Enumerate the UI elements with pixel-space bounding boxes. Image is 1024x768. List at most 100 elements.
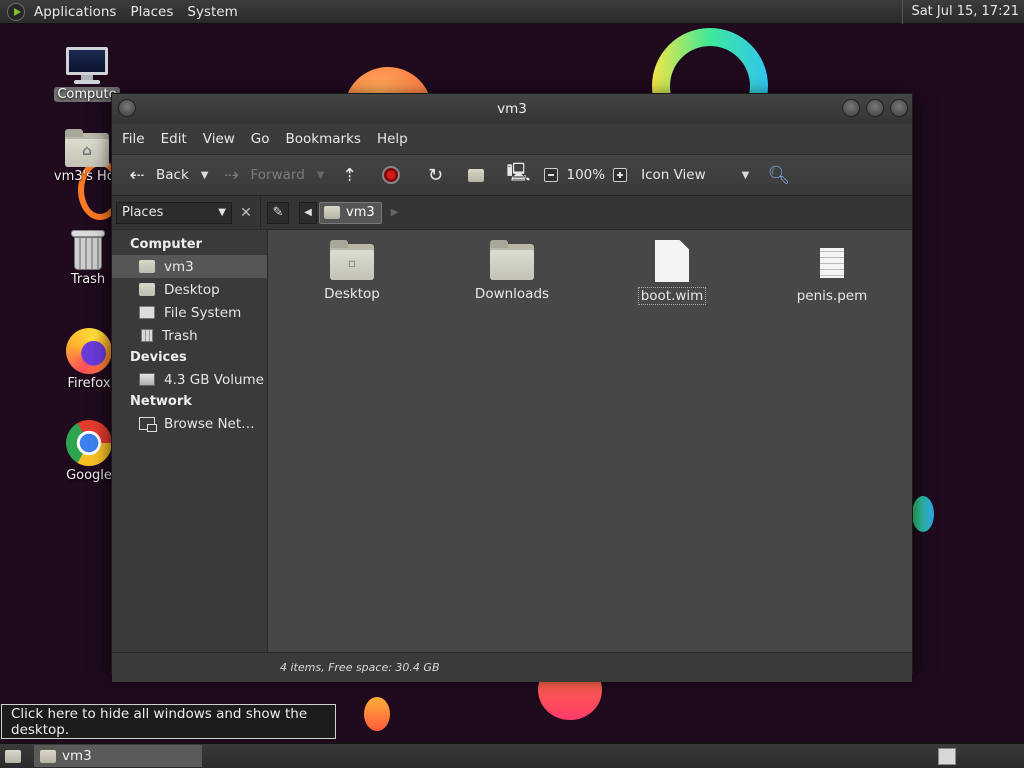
home-folder-icon <box>324 206 340 219</box>
file-item-penis-pem[interactable]: penis.pem <box>777 240 887 304</box>
search-button[interactable]: 🔍︎ <box>763 160 793 190</box>
view-mode-label: Icon View <box>641 167 706 183</box>
menu-go[interactable]: Go <box>243 131 278 147</box>
home-folder-icon <box>468 168 485 182</box>
back-label: Back <box>156 167 189 183</box>
caret-right-icon: ▶ <box>390 207 399 218</box>
sidebar-item-browse-network[interactable]: Browse Net… <box>112 412 267 435</box>
close-side-pane-button[interactable]: ✕ <box>235 202 257 224</box>
maximize-button[interactable] <box>866 99 884 117</box>
arrow-left-icon: ⇠ <box>129 164 145 186</box>
zoom-in-button[interactable] <box>609 160 631 190</box>
sidebar-item-label: Desktop <box>164 281 220 298</box>
desktop-icon-label: Firefox <box>67 376 111 391</box>
workspace-switcher[interactable] <box>938 748 956 765</box>
network-icon <box>139 417 157 432</box>
view-mode-select[interactable]: Icon View ▼ <box>637 160 753 190</box>
home-folder-icon <box>139 260 155 273</box>
places-menu[interactable]: Places <box>123 0 180 24</box>
desktop-folder-icon <box>139 283 155 296</box>
file-item-boot-wim[interactable]: boot.wim <box>617 240 727 305</box>
desktop-icon-label: Google <box>66 468 112 483</box>
sidebar-item-vm3[interactable]: vm3 <box>112 255 267 278</box>
reload-icon: ↻ <box>427 164 444 186</box>
menubar: File Edit View Go Bookmarks Help <box>112 124 912 154</box>
sidebar-item-trash[interactable]: Trash <box>112 324 267 347</box>
zoom-out-button[interactable] <box>540 160 562 190</box>
sidebar-item-label: vm3 <box>164 258 194 275</box>
sidebar-item-file-system[interactable]: File System <box>112 301 267 324</box>
caret-down-icon: ▼ <box>741 169 750 181</box>
forward-button[interactable]: ⇢ Forward <box>216 160 308 190</box>
folder-icon: ▫ <box>330 240 374 280</box>
firefox-icon <box>66 328 112 374</box>
computer-button[interactable]: 🖳 <box>502 160 532 190</box>
system-menu[interactable]: System <box>180 0 244 24</box>
home-folder-icon <box>40 749 56 763</box>
wallpaper-blob <box>912 496 934 532</box>
zoom-out-icon <box>544 168 559 182</box>
trash-icon <box>71 230 105 270</box>
file-item-downloads[interactable]: Downloads <box>457 240 567 302</box>
arrow-up-icon: ⇡ <box>341 164 358 186</box>
edit-icon: ✎ <box>272 205 284 220</box>
home-button[interactable] <box>464 160 488 190</box>
toolbar: ⇠ Back ▼ ⇢ Forward ▼ ⇡ ↻ 🖳 100% Icon Vie… <box>112 154 912 196</box>
menu-view[interactable]: View <box>195 131 243 147</box>
caret-down-icon: ▼ <box>218 207 226 218</box>
panel-clock[interactable]: Sat Jul 15, 17:21 <box>902 0 1024 24</box>
path-scroll-right-button[interactable]: ▶ <box>386 202 404 224</box>
file-manager-window: vm3 File Edit View Go Bookmarks Help ⇠ B… <box>111 93 913 682</box>
status-text: 4 items, Free space: 30.4 GB <box>280 661 440 674</box>
up-button[interactable]: ⇡ <box>334 160 364 190</box>
chrome-icon <box>66 420 112 466</box>
window-menu-button[interactable] <box>118 99 136 117</box>
stop-icon <box>382 166 401 184</box>
minimize-button[interactable] <box>842 99 860 117</box>
menu-file[interactable]: File <box>114 131 153 147</box>
close-button[interactable] <box>890 99 908 117</box>
side-pane-label: Places <box>122 205 164 220</box>
close-icon: ✕ <box>240 204 252 221</box>
filesystem-icon <box>139 306 155 319</box>
menu-bookmarks[interactable]: Bookmarks <box>278 131 369 147</box>
location-bar: Places ▼ ✕ ✎ ◀ vm3 ▶ <box>112 196 912 230</box>
sidebar-section-computer: Computer <box>130 237 203 252</box>
show-desktop-tooltip: Click here to hide all windows and show … <box>1 704 336 739</box>
toggle-location-entry-button[interactable]: ✎ <box>267 201 289 224</box>
top-panel: Applications Places System Sat Jul 15, 1… <box>0 0 1024 24</box>
file-item-desktop[interactable]: ▫ Desktop <box>297 240 407 302</box>
folder-icon <box>490 240 534 280</box>
applications-menu[interactable]: Applications <box>27 0 123 24</box>
sidebar-item-label: 4.3 GB Volume <box>164 371 264 388</box>
stop-button[interactable] <box>378 160 404 190</box>
breadcrumb-vm3[interactable]: vm3 <box>319 201 382 224</box>
show-desktop-button[interactable] <box>2 745 24 767</box>
menu-edit[interactable]: Edit <box>153 131 195 147</box>
bottom-panel: vm3 <box>0 743 1024 768</box>
forward-history-dropdown[interactable]: ▼ <box>309 160 333 190</box>
distro-logo-icon[interactable] <box>7 2 25 21</box>
window-titlebar[interactable]: vm3 <box>112 94 912 124</box>
arrow-right-icon: ⇢ <box>223 164 240 186</box>
back-button[interactable]: ⇠ Back <box>122 160 193 190</box>
menu-help[interactable]: Help <box>369 131 416 147</box>
file-item-label: penis.pem <box>796 288 868 304</box>
trash-icon <box>141 329 153 342</box>
zoom-in-icon <box>613 168 628 182</box>
wallpaper-blob <box>364 697 390 731</box>
back-history-dropdown[interactable]: ▼ <box>193 160 217 190</box>
drive-icon <box>139 373 155 386</box>
file-view[interactable]: ▫ Desktop Downloads boot.wim penis.pem <box>268 230 912 652</box>
path-scroll-left-button[interactable]: ◀ <box>299 201 317 224</box>
side-pane-selector[interactable]: Places ▼ <box>116 201 232 224</box>
reload-button[interactable]: ↻ <box>420 160 450 190</box>
places-sidebar: Computer vm3 Desktop File System Trash D… <box>112 230 267 652</box>
search-icon: 🔍︎ <box>767 164 791 186</box>
file-item-label: Desktop <box>324 286 380 302</box>
sidebar-item-desktop[interactable]: Desktop <box>112 278 267 301</box>
sidebar-item-label: Trash <box>162 327 198 344</box>
sidebar-item-volume[interactable]: 4.3 GB Volume <box>112 368 267 391</box>
zoom-level[interactable]: 100% <box>562 160 609 190</box>
taskbar-item-vm3[interactable]: vm3 <box>34 745 202 767</box>
